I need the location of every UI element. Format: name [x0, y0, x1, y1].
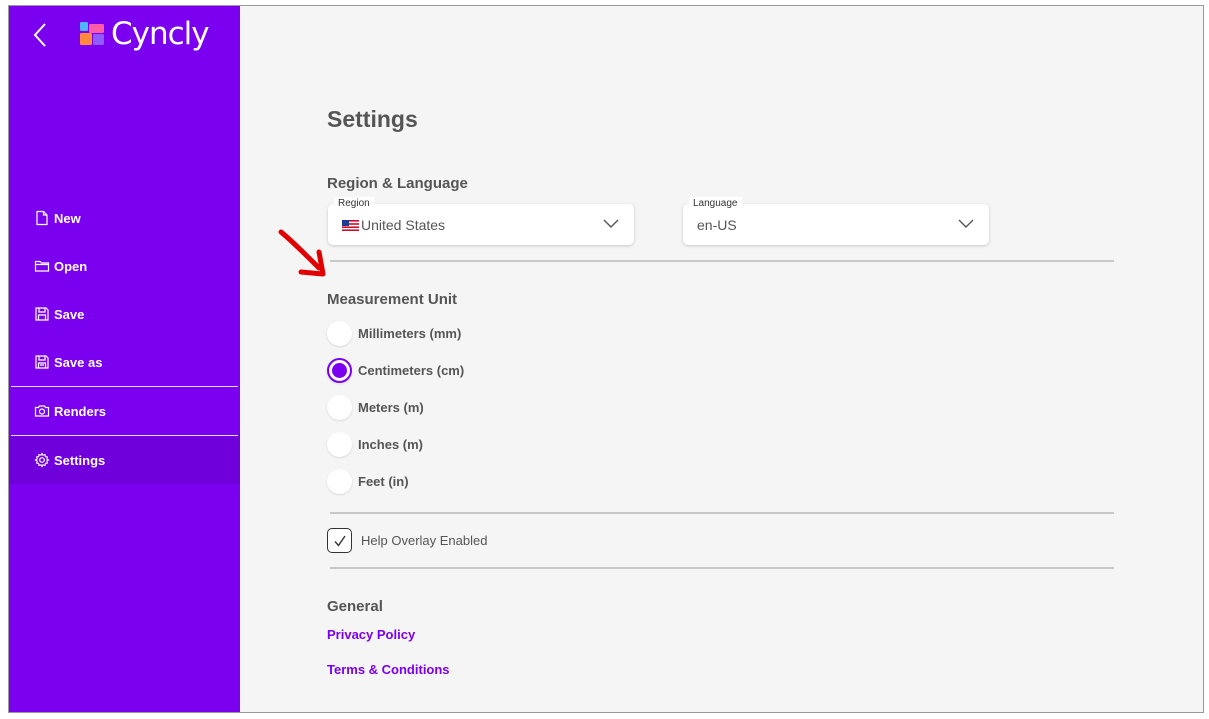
radio-button[interactable]	[327, 431, 352, 457]
page-title: Settings	[327, 106, 418, 132]
language-select[interactable]: Language en-US	[683, 197, 989, 245]
radio-inches[interactable]: Inches (m)	[327, 431, 423, 457]
save-as-icon	[35, 355, 49, 369]
divider	[330, 567, 1114, 569]
region-label: Region	[334, 197, 374, 210]
measurement-unit-title: Measurement Unit	[327, 291, 458, 308]
radio-meters[interactable]: Meters (m)	[327, 394, 424, 420]
help-overlay-checkbox[interactable]	[327, 528, 352, 553]
region-language-title: Region & Language	[327, 175, 468, 192]
radio-button[interactable]	[327, 320, 352, 346]
checkmark-icon	[333, 535, 346, 547]
help-overlay-label: Help Overlay Enabled	[361, 533, 488, 548]
sidebar-item-settings[interactable]: Settings	[9, 436, 240, 484]
file-icon	[36, 210, 48, 226]
gear-icon	[34, 452, 50, 468]
folder-icon	[34, 260, 50, 272]
sidebar-item-label: Open	[54, 258, 88, 274]
sidebar-item-label: Settings	[54, 452, 106, 468]
radio-button[interactable]	[327, 468, 352, 494]
camera-icon	[34, 405, 50, 417]
sidebar-item-new[interactable]: New	[9, 194, 240, 242]
language-value: en-US	[697, 217, 737, 233]
radio-label: Feet (in)	[358, 473, 409, 489]
terms-conditions-link[interactable]: Terms & Conditions	[327, 662, 450, 677]
privacy-policy-link[interactable]: Privacy Policy	[327, 627, 415, 642]
region-value-text: United States	[361, 217, 446, 233]
divider	[330, 512, 1114, 514]
language-label: Language	[689, 197, 742, 210]
help-overlay-toggle[interactable]: Help Overlay Enabled	[327, 528, 487, 553]
sidebar-item-label: New	[54, 210, 81, 226]
logo-text: Cyncly	[111, 16, 210, 52]
radio-centimeters[interactable]: Centimeters (cm)	[327, 357, 464, 383]
radio-millimeters[interactable]: Millimeters (mm)	[327, 320, 461, 346]
save-icon	[35, 307, 49, 321]
radio-label: Meters (m)	[358, 399, 424, 415]
sidebar-item-save-as[interactable]: Save as	[9, 338, 240, 386]
divider	[330, 260, 1114, 262]
settings-panel: Settings Region & Language Region United…	[327, 6, 1117, 712]
region-select[interactable]: Region United States	[328, 197, 634, 245]
sidebar-item-label: Renders	[54, 403, 107, 419]
sidebar-item-open[interactable]: Open	[9, 242, 240, 290]
chevron-down-icon	[603, 219, 619, 228]
radio-label: Inches (m)	[358, 436, 424, 452]
radio-button-checked[interactable]	[327, 357, 352, 383]
radio-label: Centimeters (cm)	[358, 362, 465, 378]
chevron-down-icon	[958, 219, 974, 228]
sidebar-item-renders[interactable]: Renders	[9, 387, 240, 435]
radio-label: Millimeters (mm)	[358, 325, 462, 341]
app-window: Cyncly New Open Save Save as Renders Set…	[8, 5, 1204, 713]
sidebar-item-save[interactable]: Save	[9, 290, 240, 338]
sidebar-item-label: Save as	[54, 354, 103, 370]
back-button[interactable]	[29, 20, 53, 50]
general-title: General	[327, 598, 383, 615]
cyncly-logo-icon	[80, 22, 104, 45]
chevron-left-icon	[33, 23, 46, 47]
region-value: United States	[342, 217, 445, 233]
radio-button[interactable]	[327, 394, 352, 420]
sidebar-nav: New Open Save Save as Renders Settings	[9, 194, 240, 484]
radio-feet[interactable]: Feet (in)	[327, 468, 409, 494]
sidebar-item-label: Save	[54, 306, 85, 322]
us-flag-icon	[342, 219, 359, 231]
logo: Cyncly	[79, 14, 210, 54]
sidebar: Cyncly New Open Save Save as Renders Set…	[9, 6, 240, 712]
